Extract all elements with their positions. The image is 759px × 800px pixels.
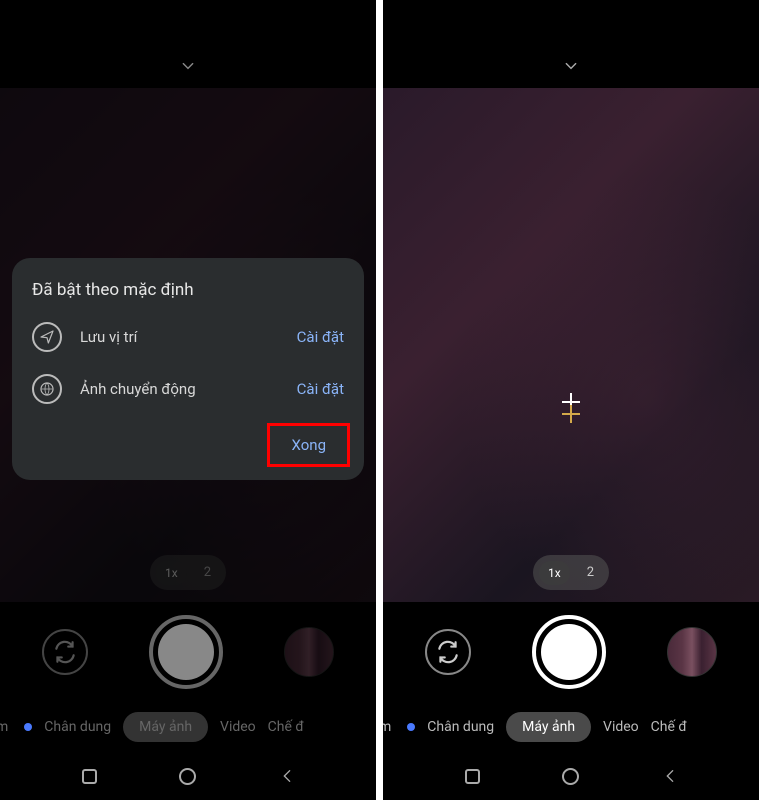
camera-modes[interactable]: m Chân dung Máy ảnh Video Chế đ xyxy=(0,702,376,752)
nav-home[interactable] xyxy=(178,766,198,786)
mode-partial[interactable]: m xyxy=(383,719,391,735)
phone-screenshot-right: 1x 2 m Chân dung Máy ảnh Video Chế đ xyxy=(383,0,759,800)
mode-video[interactable]: Video xyxy=(220,719,256,735)
mode-portrait[interactable]: Chân dung xyxy=(427,719,494,735)
nav-recents[interactable] xyxy=(462,766,482,786)
camera-controls xyxy=(0,602,376,702)
mode-video[interactable]: Video xyxy=(603,719,639,735)
nav-home[interactable] xyxy=(561,766,581,786)
switch-camera-button[interactable] xyxy=(425,629,471,675)
dialog-footer: Xong xyxy=(32,426,344,464)
shutter-button[interactable] xyxy=(149,615,223,689)
top-bar xyxy=(383,0,759,88)
dialog-row-location: Lưu vị trí Cài đặt xyxy=(32,322,344,352)
chevron-down-icon[interactable] xyxy=(177,57,199,78)
mode-portrait[interactable]: Chân dung xyxy=(44,719,111,735)
zoom-1x[interactable]: 1x xyxy=(539,561,570,585)
dialog-label: Lưu vị trí xyxy=(80,328,297,346)
mode-partial[interactable]: Chế đ xyxy=(651,719,687,735)
shutter-button[interactable] xyxy=(532,615,606,689)
camera-viewfinder[interactable]: 1x 2 xyxy=(383,88,759,602)
gallery-thumbnail[interactable] xyxy=(667,627,717,677)
chevron-down-icon[interactable] xyxy=(560,57,582,78)
shutter-inner xyxy=(158,624,214,680)
mode-partial[interactable]: m xyxy=(0,719,8,735)
phone-screenshot-left: 1x 2 Đã bật theo mặc định Lưu vị trí Cài… xyxy=(0,0,376,800)
default-settings-dialog: Đã bật theo mặc định Lưu vị trí Cài đặt … xyxy=(12,258,364,480)
dialog-title: Đã bật theo mặc định xyxy=(32,280,344,300)
focus-reticle-icon xyxy=(556,393,586,423)
system-nav-bar xyxy=(0,752,376,800)
zoom-2x[interactable]: 2 xyxy=(195,560,220,585)
nav-back[interactable] xyxy=(660,766,680,786)
dialog-row-motion: Ảnh chuyển động Cài đặt xyxy=(32,374,344,404)
mode-indicator-dot xyxy=(24,723,32,731)
location-icon xyxy=(32,322,62,352)
camera-controls xyxy=(383,602,759,702)
system-nav-bar xyxy=(383,752,759,800)
mode-camera[interactable]: Máy ảnh xyxy=(123,712,208,742)
zoom-selector[interactable]: 1x 2 xyxy=(150,555,226,590)
mode-indicator-dot xyxy=(407,723,415,731)
zoom-selector[interactable]: 1x 2 xyxy=(533,555,609,590)
zoom-1x[interactable]: 1x xyxy=(156,561,187,585)
nav-back[interactable] xyxy=(277,766,297,786)
done-button[interactable]: Xong xyxy=(273,426,344,464)
switch-camera-button[interactable] xyxy=(42,629,88,675)
camera-modes[interactable]: m Chân dung Máy ảnh Video Chế đ xyxy=(383,702,759,752)
top-bar xyxy=(0,0,376,88)
shutter-inner xyxy=(541,624,597,680)
settings-link[interactable]: Cài đặt xyxy=(297,380,344,398)
gallery-thumbnail[interactable] xyxy=(284,627,334,677)
dialog-label: Ảnh chuyển động xyxy=(80,380,297,398)
settings-link[interactable]: Cài đặt xyxy=(297,328,344,346)
mode-camera[interactable]: Máy ảnh xyxy=(506,712,591,742)
mode-partial[interactable]: Chế đ xyxy=(268,719,304,735)
nav-recents[interactable] xyxy=(79,766,99,786)
done-label: Xong xyxy=(291,436,326,454)
zoom-2x[interactable]: 2 xyxy=(578,560,603,585)
motion-photo-icon xyxy=(32,374,62,404)
